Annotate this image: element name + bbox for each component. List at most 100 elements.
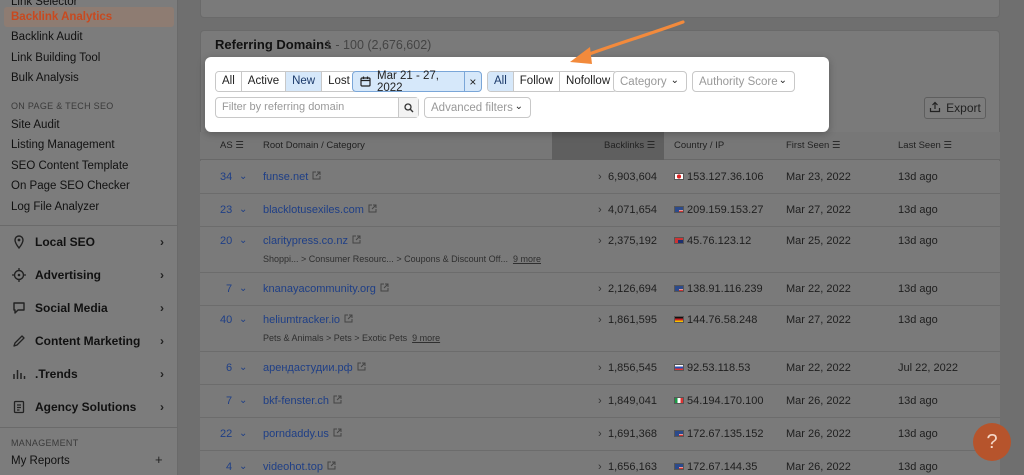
sidebar-group-local-seo[interactable]: Local SEO › [0, 228, 177, 256]
calendar-icon [360, 76, 371, 87]
authority-score: 20 [220, 235, 233, 247]
sidebar-item-log-file-analyzer[interactable]: Log File Analyzer [0, 197, 177, 217]
external-link-icon[interactable] [333, 395, 342, 407]
sidebar-group-advertising[interactable]: Advertising › [0, 261, 177, 289]
follow-button[interactable]: Follow [513, 72, 561, 91]
sidebar-item-listing-management[interactable]: Listing Management [0, 135, 177, 155]
col-header-as[interactable]: AS ☰ [220, 132, 244, 160]
chevron-down-icon[interactable]: ⌄ [239, 362, 247, 373]
sidebar-item-my-reports[interactable]: My Reports [0, 451, 177, 471]
sidebar-item-site-audit[interactable]: Site Audit [0, 115, 177, 135]
root-domain-link[interactable]: арендастудии.рф [263, 362, 366, 374]
sidebar-item-backlink-analytics[interactable]: Backlink Analytics [4, 7, 174, 27]
status-filter: All Active New Lost [215, 71, 357, 92]
category-select[interactable]: Category ⌄ [613, 71, 687, 92]
external-link-icon[interactable] [368, 204, 377, 216]
external-link-icon[interactable] [333, 428, 342, 440]
table-row[interactable]: 22 ⌄ porndaddy.us › 1,691,368 172.67.135… [200, 418, 1000, 451]
chevron-down-icon[interactable]: ⌄ [239, 204, 247, 215]
table-row[interactable]: 23 ⌄ blacklotusexiles.com › 4,071,654 20… [200, 194, 1000, 227]
chevron-right-icon: › [160, 400, 164, 414]
table-row[interactable]: 7 ⌄ knanayacommunity.org › 2,126,694 138… [200, 273, 1000, 306]
root-domain-link[interactable]: bkf-fenster.ch [263, 395, 342, 407]
col-header-first-seen[interactable]: First Seen ☰ [786, 132, 840, 160]
root-domain-link[interactable]: claritypress.co.nz [263, 235, 361, 247]
authority-score-select[interactable]: Authority Score ⌄ [692, 71, 795, 92]
col-header-backlinks[interactable]: Backlinks ☰ [552, 132, 664, 160]
chevron-right-icon[interactable]: › [598, 314, 602, 326]
sidebar-item-link-building-tool[interactable]: Link Building Tool [0, 48, 177, 68]
sidebar-group-content-marketing[interactable]: Content Marketing › [0, 327, 177, 355]
table-row[interactable]: 20 ⌄ claritypress.co.nz Shoppi... > Cons… [200, 227, 1000, 273]
backlinks-count: 1,656,163 [608, 461, 657, 473]
follow-all-button[interactable]: All [488, 72, 514, 91]
country-flag-icon [674, 430, 684, 437]
table-row[interactable]: 7 ⌄ bkf-fenster.ch › 1,849,041 54.194.17… [200, 385, 1000, 418]
external-link-icon[interactable] [380, 283, 389, 295]
sidebar-group-trends[interactable]: .Trends › [0, 360, 177, 388]
sidebar-group-social-media[interactable]: Social Media › [0, 294, 177, 322]
chevron-down-icon[interactable]: ⌄ [239, 395, 247, 406]
sidebar-group-label: .Trends [35, 367, 78, 381]
root-domain-link[interactable]: blacklotusexiles.com [263, 204, 377, 216]
search-icon[interactable] [398, 98, 418, 117]
first-seen: Mar 27, 2022 [786, 314, 851, 326]
sidebar-item-bulk-analysis[interactable]: Bulk Analysis [0, 68, 177, 88]
chevron-down-icon[interactable]: ⌄ [239, 171, 247, 182]
help-button[interactable]: ? [973, 423, 1011, 461]
sidebar-item-backlink-audit[interactable]: Backlink Audit [0, 27, 177, 47]
nofollow-button[interactable]: Nofollow [560, 72, 617, 91]
sidebar-group-agency-solutions[interactable]: Agency Solutions › [0, 393, 177, 421]
add-report-button[interactable]: + [155, 452, 163, 467]
col-header-last-seen[interactable]: Last Seen ☰ [898, 132, 952, 160]
external-link-icon[interactable] [357, 362, 366, 374]
table-row[interactable]: 40 ⌄ heliumtracker.io Pets & Animals > P… [200, 306, 1000, 352]
more-categories-link[interactable]: 9 more [513, 254, 541, 264]
more-categories-link[interactable]: 9 more [412, 333, 440, 343]
chevron-right-icon[interactable]: › [598, 283, 602, 295]
sort-icon: ☰ [646, 140, 656, 151]
location-pin-icon [11, 234, 27, 250]
root-domain-link[interactable]: videohot.top [263, 461, 336, 473]
status-active-button[interactable]: Active [241, 72, 287, 91]
chevron-right-icon[interactable]: › [598, 362, 602, 374]
status-new-button[interactable]: New [286, 72, 323, 91]
chevron-down-icon[interactable]: ⌄ [239, 428, 247, 439]
sidebar-item-seo-content-template[interactable]: SEO Content Template [0, 156, 177, 176]
table-row[interactable]: 4 ⌄ videohot.top › 1,656,163 172.67.144.… [200, 451, 1000, 475]
chevron-down-icon[interactable]: ⌄ [239, 283, 247, 294]
external-link-icon[interactable] [344, 314, 353, 326]
referring-domain-search[interactable]: Filter by referring domain [215, 97, 419, 118]
authority-score: 40 [220, 314, 233, 326]
export-label: Export [946, 101, 981, 115]
table-row[interactable]: 6 ⌄ арендастудии.рф › 1,856,545 92.53.11… [200, 352, 1000, 385]
chevron-right-icon[interactable]: › [598, 461, 602, 473]
external-link-icon[interactable] [352, 235, 361, 247]
sort-icon: ☰ [235, 140, 244, 151]
chevron-right-icon[interactable]: › [598, 428, 602, 440]
status-all-button[interactable]: All [216, 72, 242, 91]
external-link-icon[interactable] [312, 171, 321, 183]
authority-score: 23 [220, 204, 233, 216]
chevron-down-icon[interactable]: ⌄ [239, 235, 247, 246]
first-seen: Mar 27, 2022 [786, 204, 851, 216]
table-row[interactable]: 34 ⌄ funse.net › 6,903,604 153.127.36.10… [200, 161, 1000, 194]
root-domain-link[interactable]: heliumtracker.io [263, 314, 353, 326]
chevron-right-icon[interactable]: › [598, 395, 602, 407]
date-range-picker[interactable]: Mar 21 - 27, 2022 × [352, 70, 482, 94]
chevron-right-icon[interactable]: › [598, 204, 602, 216]
advanced-filters-select[interactable]: Advanced filters ⌄ [424, 97, 531, 118]
root-domain-link[interactable]: porndaddy.us [263, 428, 342, 440]
sidebar-item-on-page-seo-checker[interactable]: On Page SEO Checker [0, 176, 177, 196]
chevron-right-icon[interactable]: › [598, 171, 602, 183]
chevron-right-icon[interactable]: › [598, 235, 602, 247]
chevron-down-icon[interactable]: ⌄ [239, 314, 247, 325]
export-button[interactable]: Export [924, 97, 986, 119]
external-link-icon[interactable] [327, 461, 336, 473]
export-icon [929, 101, 941, 116]
clear-date-button[interactable]: × [463, 72, 481, 91]
root-domain-link[interactable]: funse.net [263, 171, 321, 183]
status-lost-button[interactable]: Lost [322, 72, 356, 91]
chevron-down-icon[interactable]: ⌄ [239, 461, 247, 472]
root-domain-link[interactable]: knanayacommunity.org [263, 283, 389, 295]
